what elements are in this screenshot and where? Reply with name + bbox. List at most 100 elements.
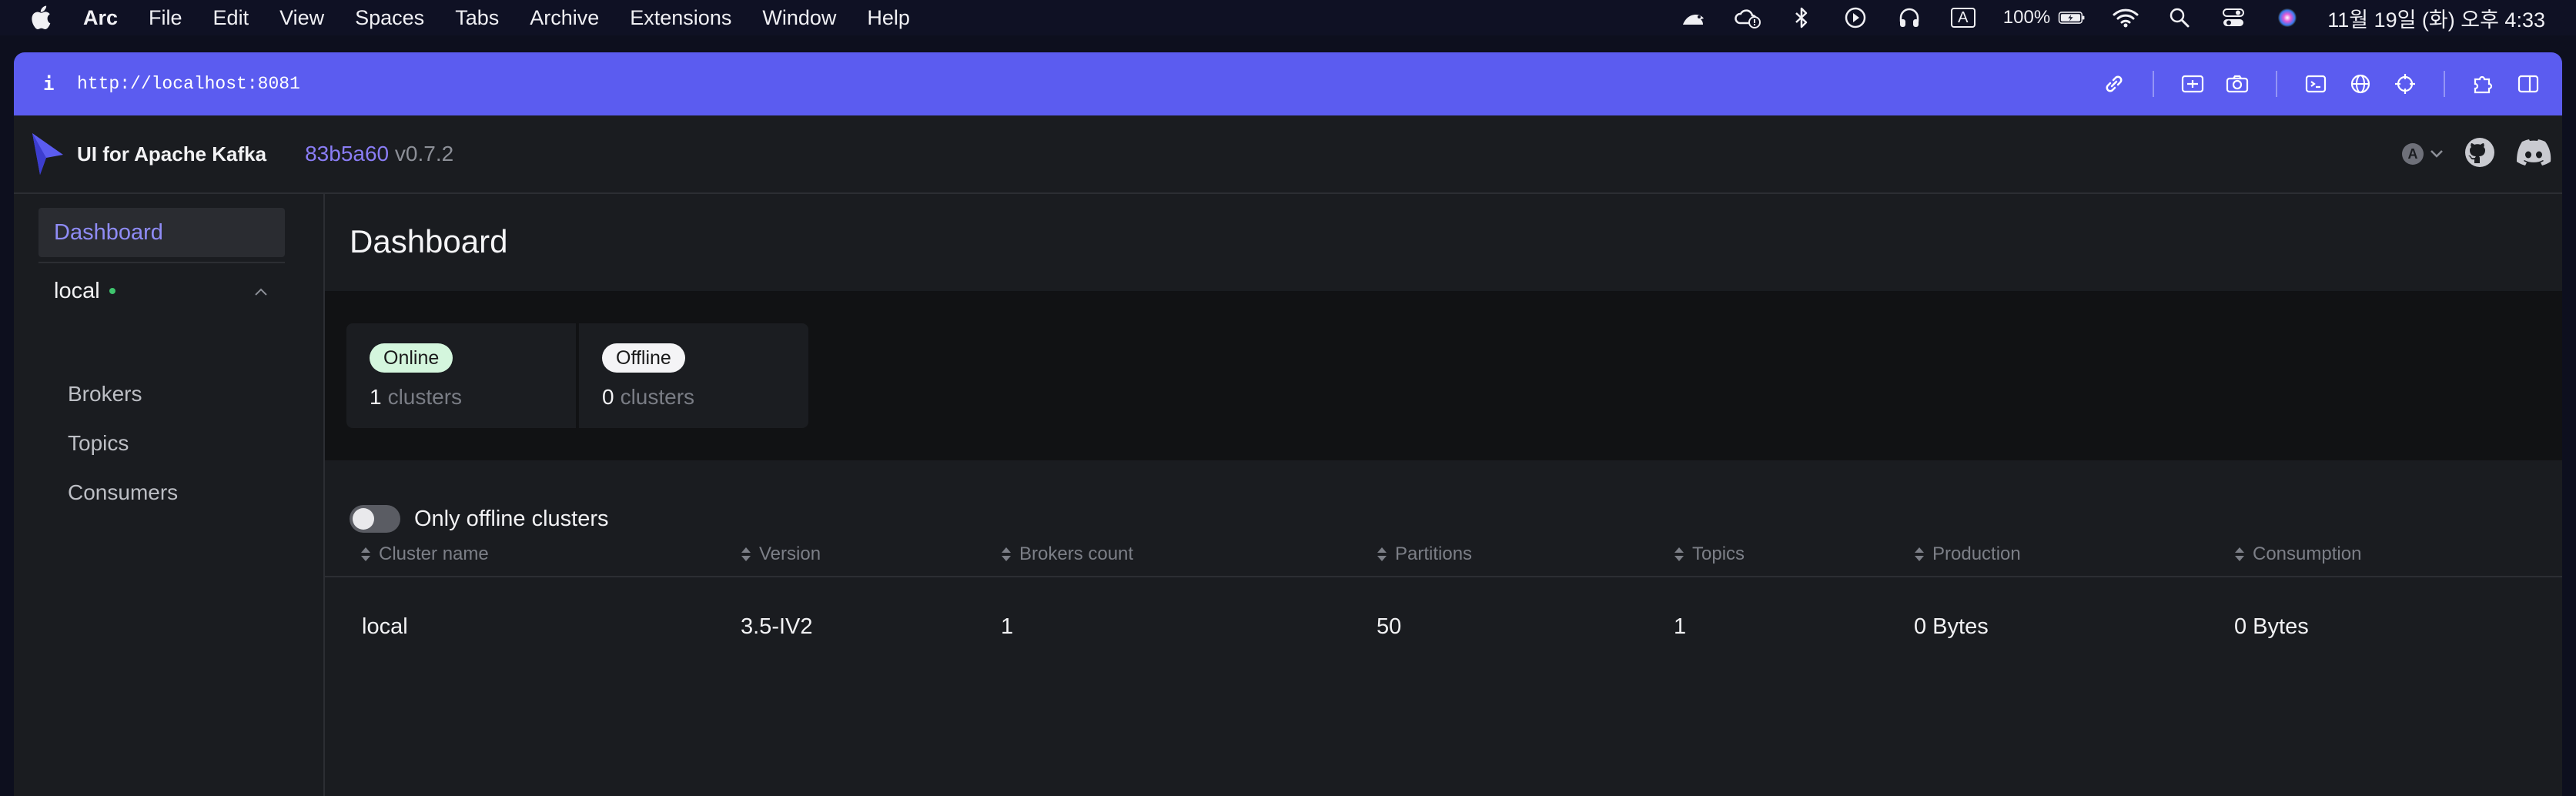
chevron-up-icon[interactable] bbox=[253, 283, 269, 300]
offline-clusters-card: Offline 0 clusters bbox=[579, 323, 808, 428]
bluetooth-icon[interactable] bbox=[1788, 6, 1815, 29]
column-production[interactable]: Production bbox=[1914, 543, 2021, 565]
column-version[interactable]: Version bbox=[741, 543, 821, 565]
url-text[interactable]: http://localhost:8081 bbox=[77, 74, 300, 94]
sidebar-divider bbox=[38, 262, 285, 263]
sort-icon bbox=[1915, 547, 1924, 561]
commit-hash-link[interactable]: 83b5a60 bbox=[305, 142, 389, 166]
weather-icon[interactable] bbox=[1734, 6, 1761, 29]
toolbar-divider bbox=[2444, 71, 2445, 97]
column-partitions[interactable]: Partitions bbox=[1377, 543, 1472, 565]
sidebar-item-dashboard[interactable]: Dashboard bbox=[38, 208, 285, 257]
sidebar-item-topics[interactable]: Topics bbox=[68, 431, 129, 456]
column-consumption[interactable]: Consumption bbox=[2234, 543, 2361, 565]
column-brokers-count[interactable]: Brokers count bbox=[1001, 543, 1133, 565]
sort-icon bbox=[2235, 547, 2244, 561]
menubar-clock[interactable]: 11월 19일 (화) 오후 4:33 bbox=[2327, 3, 2545, 33]
chevron-down-icon bbox=[2430, 150, 2443, 158]
sidebar-item-consumers[interactable]: Consumers bbox=[68, 480, 178, 505]
battery-icon[interactable] bbox=[2058, 6, 2086, 29]
url-bar[interactable]: i http://localhost:8081 bbox=[14, 52, 2562, 115]
menu-view[interactable]: View bbox=[279, 6, 324, 30]
column-label: Consumption bbox=[2253, 543, 2362, 564]
column-label: Topics bbox=[1692, 543, 1745, 564]
cell-cluster-name-link[interactable]: local bbox=[362, 614, 408, 640]
online-clusters-value: 1 clusters bbox=[370, 385, 462, 410]
menu-extensions[interactable]: Extensions bbox=[630, 6, 731, 30]
cell-production: 0 Bytes bbox=[1914, 614, 1989, 639]
sidebar-item-brokers[interactable]: Brokers bbox=[68, 382, 142, 406]
globe-icon[interactable] bbox=[2347, 70, 2374, 98]
offline-clusters-toggle[interactable] bbox=[350, 505, 400, 533]
menu-edit[interactable]: Edit bbox=[213, 6, 249, 30]
frog-app-icon[interactable] bbox=[1680, 6, 1708, 29]
offline-unit: clusters bbox=[620, 385, 695, 409]
cluster-stats: Online 1 clusters Offline 0 clusters bbox=[325, 291, 2562, 460]
wifi-icon[interactable] bbox=[2112, 6, 2139, 29]
site-info-icon[interactable]: i bbox=[43, 73, 59, 95]
cluster-online-indicator bbox=[109, 288, 115, 294]
toolbar-divider bbox=[2276, 71, 2277, 97]
url-bar-tools bbox=[2100, 52, 2542, 115]
crosshair-icon[interactable] bbox=[2391, 70, 2419, 98]
online-badge: Online bbox=[370, 343, 453, 373]
sort-icon bbox=[361, 547, 370, 561]
header-actions: A bbox=[2402, 115, 2551, 192]
spotlight-search-icon[interactable] bbox=[2166, 6, 2193, 29]
apple-icon[interactable] bbox=[29, 5, 52, 31]
column-label: Version bbox=[759, 543, 821, 564]
app-header: UI for Apache Kafka 83b5a60 v0.7.2 A bbox=[14, 115, 2562, 194]
column-topics[interactable]: Topics bbox=[1674, 543, 1745, 565]
version-label: v0.7.2 bbox=[394, 142, 454, 166]
sort-icon bbox=[741, 547, 751, 561]
menu-window[interactable]: Window bbox=[762, 6, 836, 30]
language-icon: A bbox=[2402, 143, 2424, 165]
sidebar-cluster-local[interactable]: local bbox=[38, 269, 285, 313]
battery-percent: 100% bbox=[2002, 7, 2051, 28]
sidebar-item-label: Dashboard bbox=[54, 219, 163, 245]
column-cluster-name[interactable]: Cluster name bbox=[360, 543, 489, 565]
menu-spaces[interactable]: Spaces bbox=[355, 6, 424, 30]
offline-filter: Only offline clusters bbox=[350, 503, 609, 534]
app-name[interactable]: UI for Apache Kafka bbox=[77, 142, 266, 166]
online-clusters-card: Online 1 clusters bbox=[346, 323, 576, 428]
extensions-icon[interactable] bbox=[2470, 70, 2497, 98]
page-title: Dashboard bbox=[350, 223, 508, 259]
online-unit: clusters bbox=[387, 385, 463, 409]
sort-icon bbox=[1674, 547, 1684, 561]
terminal-icon[interactable] bbox=[2302, 70, 2330, 98]
menu-archive[interactable]: Archive bbox=[530, 6, 599, 30]
menu-app-name[interactable]: Arc bbox=[83, 6, 118, 30]
sidebar-toggle-icon[interactable] bbox=[2514, 70, 2542, 98]
offline-clusters-value: 0 clusters bbox=[602, 385, 694, 410]
cell-version: 3.5-IV2 bbox=[741, 614, 813, 639]
menu-help[interactable]: Help bbox=[867, 6, 910, 30]
cell-topics: 1 bbox=[1674, 614, 1687, 639]
cell-brokers-count: 1 bbox=[1001, 614, 1014, 639]
column-label: Production bbox=[1932, 543, 2021, 564]
cell-partitions: 50 bbox=[1377, 614, 1402, 639]
toolbar-divider bbox=[2153, 71, 2154, 97]
headphones-icon[interactable] bbox=[1895, 6, 1923, 29]
input-source-icon[interactable]: A bbox=[1949, 6, 1977, 29]
discord-icon[interactable] bbox=[2516, 139, 2551, 170]
siri-icon[interactable] bbox=[2273, 6, 2301, 29]
clusters-table-header: Cluster name Version Brokers count Parti… bbox=[325, 537, 2562, 577]
cluster-name: local bbox=[54, 278, 100, 303]
capture-icon[interactable] bbox=[2179, 70, 2206, 98]
cell-consumption: 0 Bytes bbox=[2234, 614, 2309, 639]
github-icon[interactable] bbox=[2464, 136, 2496, 172]
camera-icon[interactable] bbox=[2223, 70, 2251, 98]
browser-window: i http://localhost:8081 UI for Apache Ka… bbox=[14, 52, 2562, 796]
menu-file[interactable]: File bbox=[149, 6, 182, 30]
control-center-icon[interactable] bbox=[2220, 6, 2247, 29]
column-label: Partitions bbox=[1395, 543, 1473, 564]
macos-menu-bar: Arc File Edit View Spaces Tabs Archive E… bbox=[0, 0, 2576, 35]
sort-icon bbox=[1377, 547, 1387, 561]
play-icon[interactable] bbox=[1842, 6, 1869, 29]
language-select[interactable]: A bbox=[2402, 143, 2444, 165]
column-label: Cluster name bbox=[379, 543, 489, 564]
menu-tabs[interactable]: Tabs bbox=[455, 6, 499, 30]
copy-link-icon[interactable] bbox=[2100, 70, 2128, 98]
kafka-ui-logo-icon[interactable] bbox=[29, 132, 66, 176]
